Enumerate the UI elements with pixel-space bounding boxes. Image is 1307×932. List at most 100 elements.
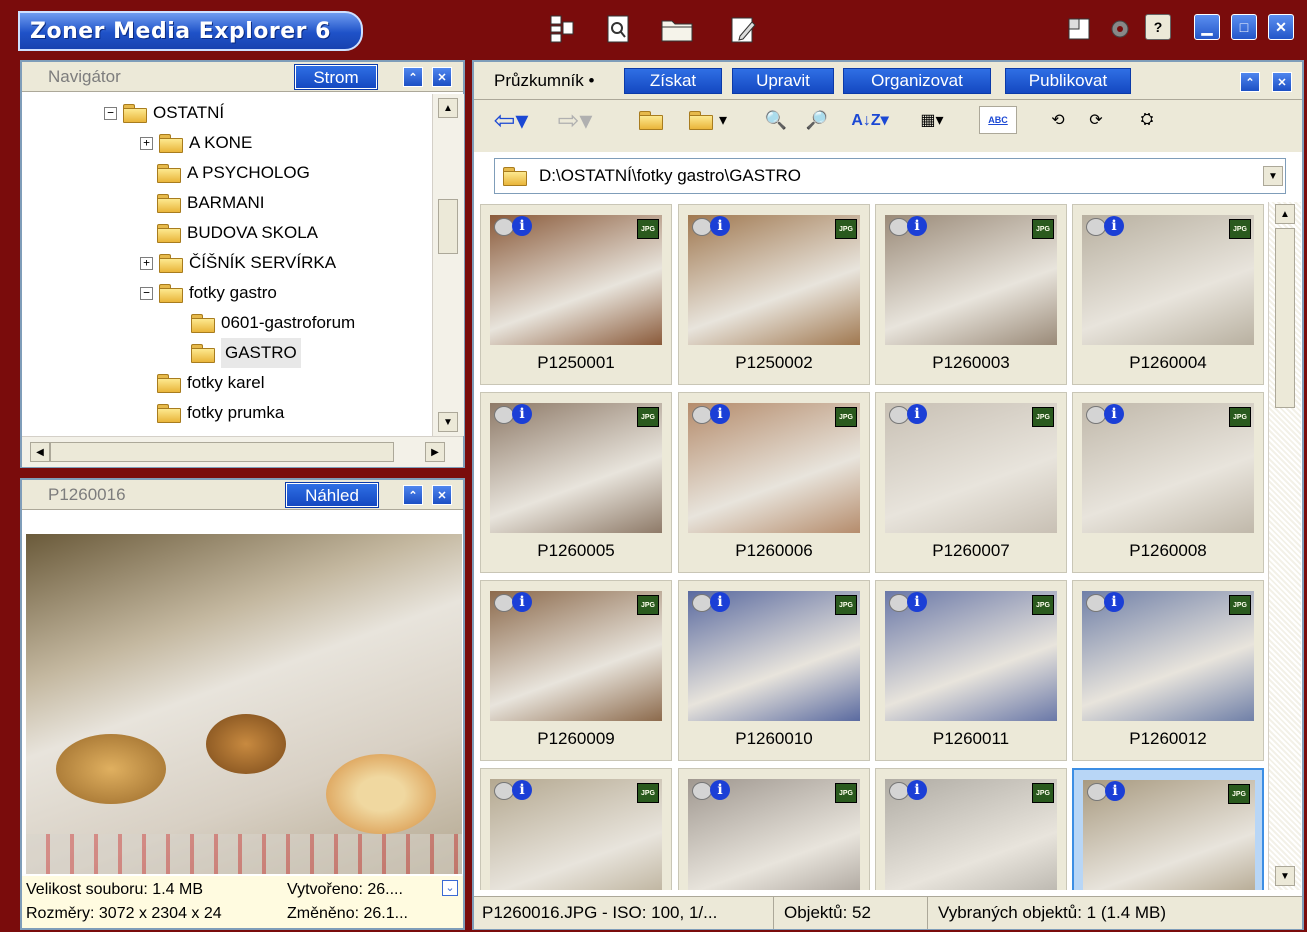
- scroll-up-icon[interactable]: ▲: [1275, 204, 1295, 224]
- info-icon[interactable]: i: [907, 780, 927, 800]
- info-icon[interactable]: i: [710, 404, 730, 424]
- expander-icon[interactable]: −: [140, 286, 153, 300]
- tree-item[interactable]: fotky prumka: [140, 398, 284, 428]
- preview-button[interactable]: Náhled: [285, 482, 379, 508]
- expander-icon[interactable]: +: [140, 256, 153, 270]
- folder-icon[interactable]: [660, 12, 694, 46]
- info-icon[interactable]: i: [512, 592, 532, 612]
- tree-scrollbar[interactable]: ▲ ▼: [432, 94, 464, 436]
- scroll-up-icon[interactable]: ▲: [438, 98, 458, 118]
- hscroll-thumb[interactable]: [50, 442, 394, 462]
- back-icon[interactable]: ⇦▾: [490, 105, 532, 135]
- info-icon[interactable]: i: [1105, 781, 1125, 801]
- tree-item[interactable]: GASTRO: [174, 338, 301, 368]
- scroll-right-icon[interactable]: ▶: [425, 442, 445, 462]
- tree-item[interactable]: − OSTATNÍ: [104, 98, 224, 128]
- thumbnail[interactable]: i JPG P1260011: [875, 580, 1067, 761]
- tab-edit[interactable]: Upravit: [732, 68, 834, 94]
- folder-icon: [157, 224, 181, 243]
- parent-folder-icon[interactable]: [639, 106, 669, 134]
- sort-icon[interactable]: A↓Z▾: [844, 106, 896, 134]
- thumbnail[interactable]: i JPG P1260005: [480, 392, 672, 573]
- new-folder-icon[interactable]: ▾: [683, 106, 733, 134]
- thumbnail[interactable]: i JPG: [678, 768, 870, 890]
- thumbnail[interactable]: i JPG P1260008: [1072, 392, 1264, 573]
- rotate-right-icon[interactable]: ⟳: [1080, 106, 1112, 134]
- jpg-icon: JPG: [637, 595, 659, 615]
- info-icon[interactable]: i: [907, 216, 927, 236]
- tree-item[interactable]: + ČÍŠNÍK SERVÍRKA: [140, 248, 336, 278]
- close-panel-icon[interactable]: ✕: [1272, 72, 1292, 92]
- scroll-left-icon[interactable]: ◀: [30, 442, 50, 462]
- path-dropdown-icon[interactable]: ▼: [1263, 166, 1283, 186]
- view-mode-icon[interactable]: ▦▾: [906, 106, 958, 134]
- scroll-thumb[interactable]: [1275, 228, 1295, 408]
- info-icon[interactable]: i: [512, 216, 532, 236]
- explorer-tab[interactable]: Průzkumník •: [494, 66, 594, 96]
- scroll-down-icon[interactable]: ▼: [438, 412, 458, 432]
- thumbnail[interactable]: i JPG: [480, 768, 672, 890]
- expander-icon[interactable]: −: [104, 106, 117, 120]
- close-panel-icon[interactable]: ✕: [432, 67, 452, 87]
- tree-item[interactable]: + A KONE: [140, 128, 252, 158]
- scroll-down-icon[interactable]: ▼: [1275, 866, 1295, 886]
- thumbnail[interactable]: i JPG P1260010: [678, 580, 870, 761]
- find-icon[interactable]: 🔍: [760, 106, 792, 134]
- scroll-thumb[interactable]: [438, 199, 458, 254]
- find-similar-icon[interactable]: 🔎: [801, 106, 833, 134]
- info-icon[interactable]: i: [512, 404, 532, 424]
- info-icon[interactable]: i: [512, 780, 532, 800]
- info-icon[interactable]: i: [710, 216, 730, 236]
- info-icon[interactable]: i: [907, 592, 927, 612]
- slideshow-icon[interactable]: ⛭: [1131, 106, 1163, 134]
- tree-item[interactable]: A PSYCHOLOG: [140, 158, 310, 188]
- tree-hscrollbar[interactable]: ◀ ▶: [22, 436, 463, 467]
- tab-get[interactable]: Získat: [624, 68, 722, 94]
- path-bar[interactable]: D:\OSTATNÍ\fotky gastro\GASTRO ▼: [494, 158, 1286, 194]
- tree-item[interactable]: 0601-gastroforum: [174, 308, 355, 338]
- tab-publish[interactable]: Publikovat: [1005, 68, 1131, 94]
- thumbnail[interactable]: i JPG P1260006: [678, 392, 870, 573]
- info-icon[interactable]: i: [1104, 216, 1124, 236]
- thumbnail[interactable]: i JPG P1260004: [1072, 204, 1264, 385]
- tree-item[interactable]: BUDOVA SKOLA: [140, 218, 318, 248]
- thumbnail[interactable]: i JPG P1260012: [1072, 580, 1264, 761]
- maximize-button[interactable]: □: [1231, 14, 1257, 40]
- thumbnail[interactable]: i JPG P1250002: [678, 204, 870, 385]
- info-icon[interactable]: i: [907, 404, 927, 424]
- close-panel-icon[interactable]: ✕: [432, 485, 452, 505]
- collapse-icon[interactable]: ⌃: [403, 485, 423, 505]
- expand-info-icon[interactable]: ⌄: [442, 880, 458, 896]
- info-icon[interactable]: i: [1104, 592, 1124, 612]
- collapse-icon[interactable]: ⌃: [403, 67, 423, 87]
- thumbnail[interactable]: i JPG P1260007: [875, 392, 1067, 573]
- tree-item[interactable]: fotky karel: [140, 368, 264, 398]
- grid-scrollbar[interactable]: ▲ ▼: [1268, 202, 1301, 890]
- thumbnail[interactable]: i JPG P1260003: [875, 204, 1067, 385]
- window-layout-icon[interactable]: [1062, 12, 1096, 46]
- thumbnail[interactable]: i JPG P1250001: [480, 204, 672, 385]
- help-icon[interactable]: ?: [1145, 14, 1171, 40]
- info-icon[interactable]: i: [710, 780, 730, 800]
- tree-button[interactable]: Strom: [294, 64, 378, 90]
- layout-icon[interactable]: [545, 12, 579, 46]
- thumbnail[interactable]: i JPG: [1072, 768, 1264, 890]
- close-button[interactable]: ✕: [1268, 14, 1294, 40]
- forward-icon[interactable]: ⇨▾: [554, 105, 596, 135]
- info-icon[interactable]: i: [710, 592, 730, 612]
- edit-icon[interactable]: [727, 12, 761, 46]
- thumbnail[interactable]: i JPG P1260009: [480, 580, 672, 761]
- gear-icon[interactable]: [1103, 12, 1137, 46]
- tab-organize[interactable]: Organizovat: [843, 68, 991, 94]
- thumbnail[interactable]: i JPG: [875, 768, 1067, 890]
- tree-item[interactable]: − fotky gastro: [140, 278, 277, 308]
- abc-icon[interactable]: ABC: [979, 106, 1017, 134]
- preview-icon[interactable]: [601, 12, 635, 46]
- minimize-button[interactable]: ▁: [1194, 14, 1220, 40]
- info-icon[interactable]: i: [1104, 404, 1124, 424]
- rotate-left-icon[interactable]: ⟲: [1042, 106, 1074, 134]
- collapse-icon[interactable]: ⌃: [1240, 72, 1260, 92]
- tree-item[interactable]: BARMANI: [140, 188, 264, 218]
- thumbnail-name: P1260008: [1129, 541, 1207, 560]
- expander-icon[interactable]: +: [140, 136, 153, 150]
